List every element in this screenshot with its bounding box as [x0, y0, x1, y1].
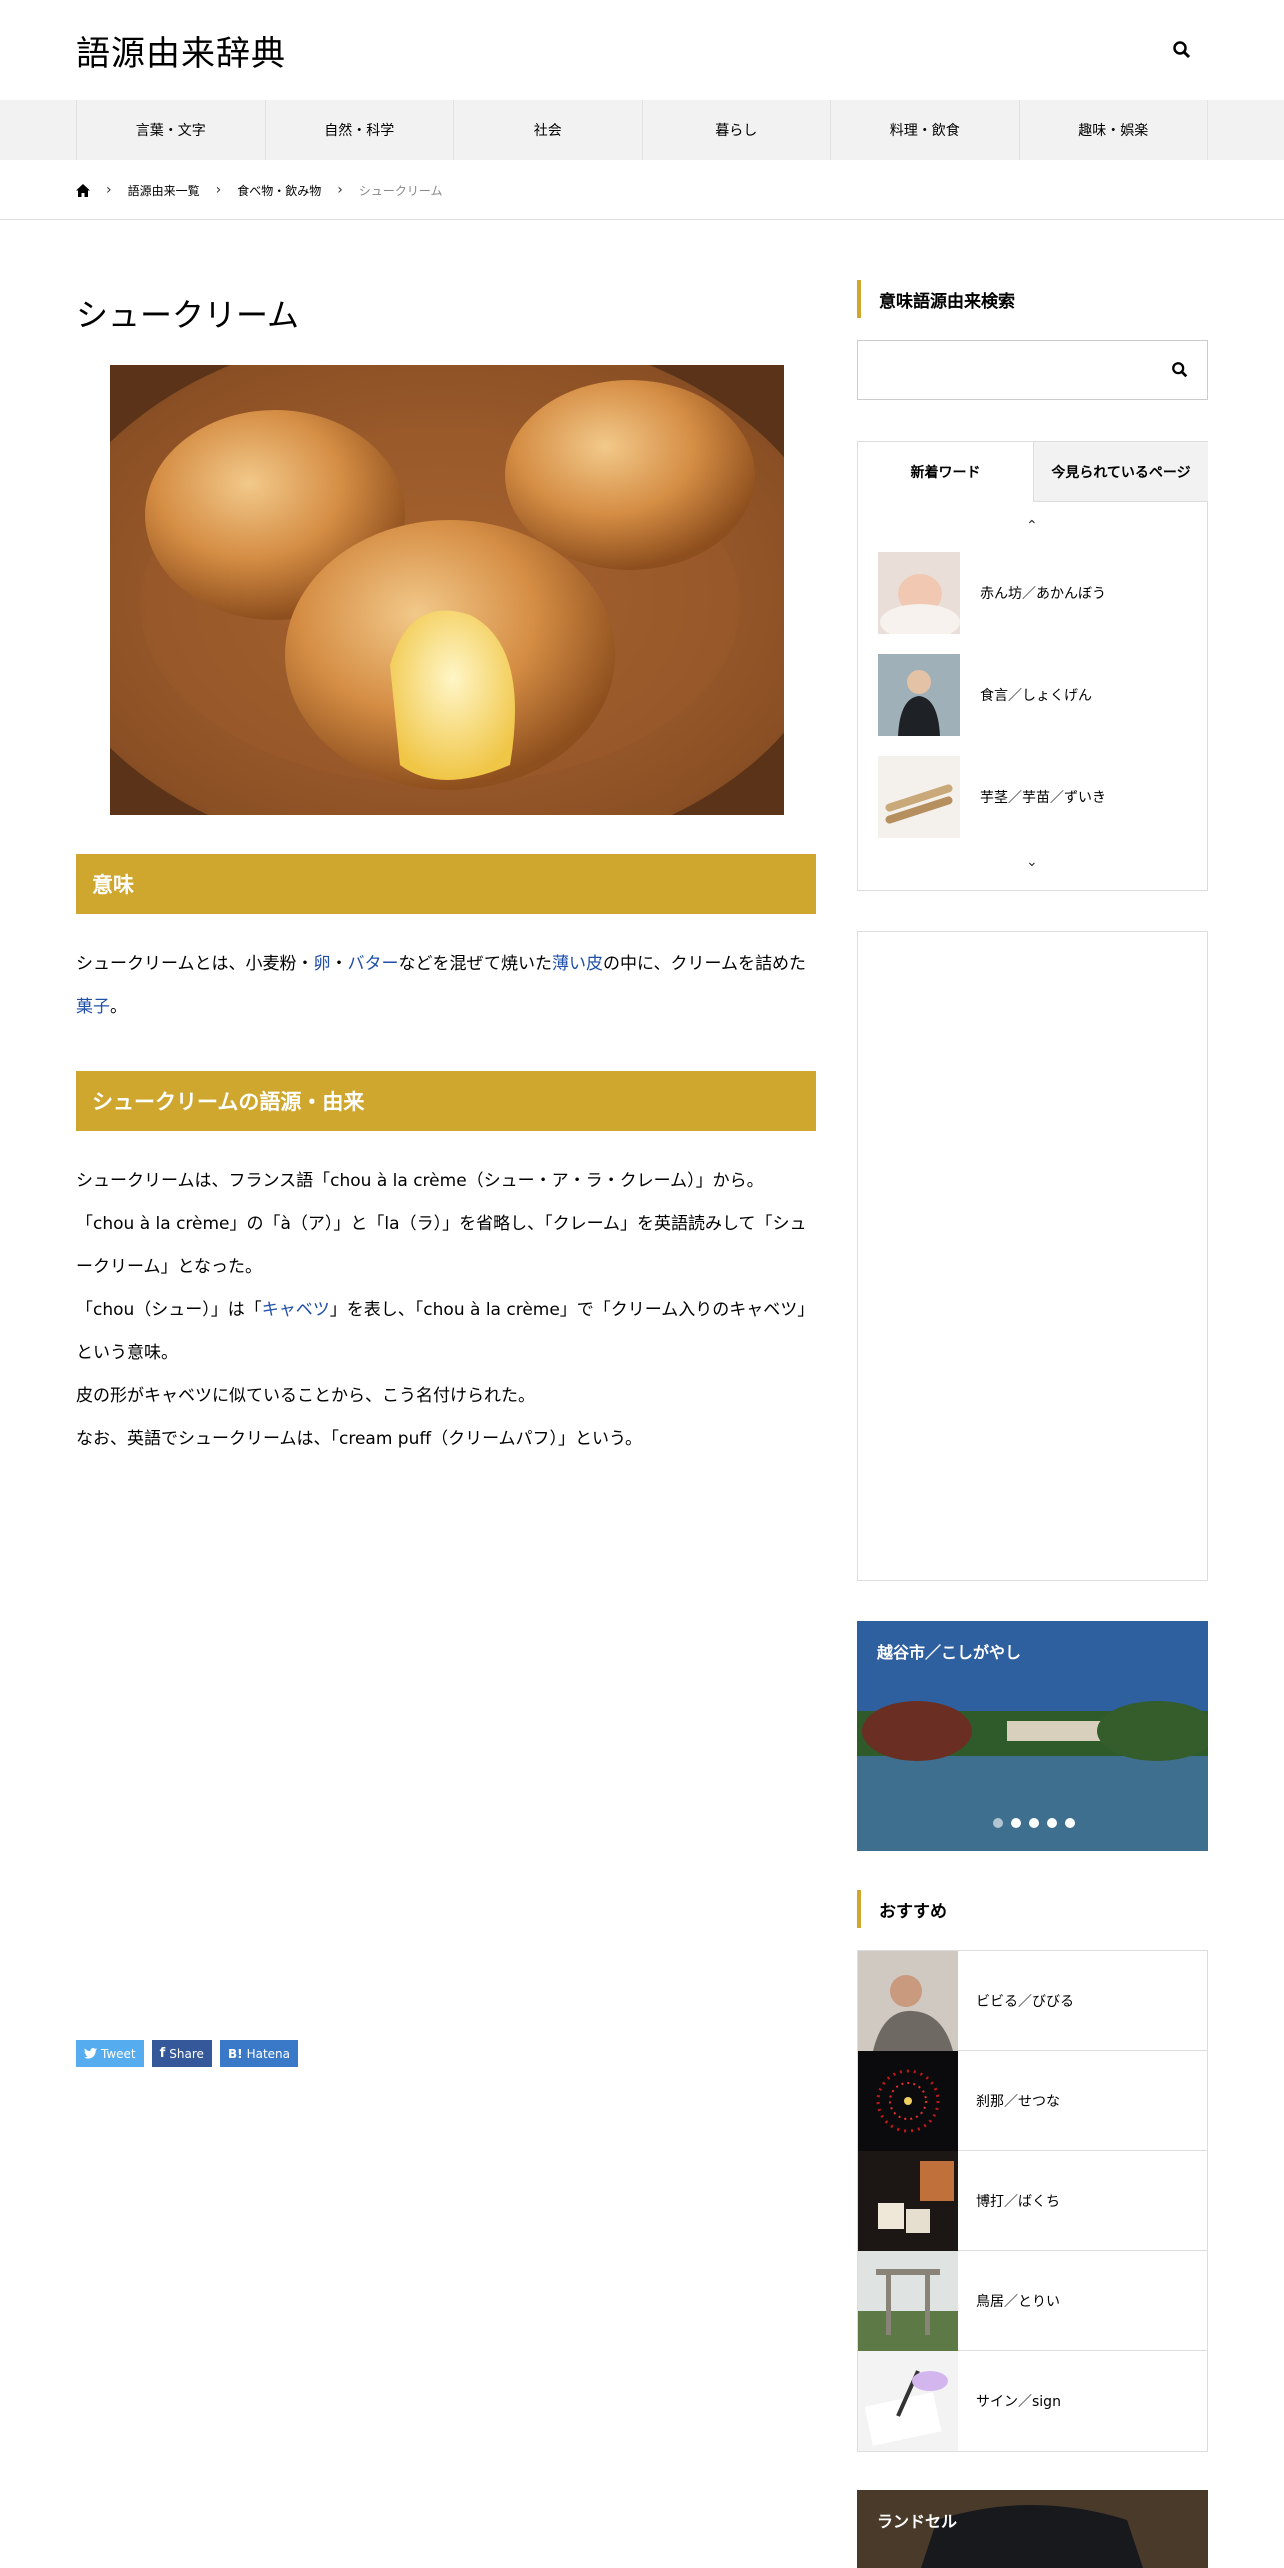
section-heading-meaning: 意味	[76, 854, 816, 914]
slider-pagination	[993, 1818, 1075, 1828]
chevron-right-icon: ›	[337, 182, 343, 198]
link-thin-skin[interactable]: 薄い皮	[552, 954, 603, 974]
site-header: 語源由来辞典	[0, 0, 1284, 100]
thumbnail-baby	[878, 552, 960, 634]
thumbnail-startled	[858, 1950, 958, 2051]
origin-line: 「chou（シュー）」は「キャベツ」を表し、「chou à la crème」で…	[76, 1289, 816, 1375]
sidebar-recommend-heading: おすすめ	[857, 1890, 1208, 1928]
slider-dot[interactable]	[993, 1818, 1003, 1828]
chevron-right-icon: ›	[215, 182, 222, 198]
meaning-paragraph: シュークリームとは、小麦粉・卵・バターなどを混ぜて焼いた薄い皮の中に、クリームを…	[76, 943, 816, 1029]
page-title: シュークリーム	[76, 296, 300, 334]
list-item[interactable]: 芋茎／芋苗／ずいき	[878, 756, 1188, 838]
facebook-icon: f	[159, 2046, 166, 2061]
share-buttons: Tweet f Share B! Hatena	[76, 2040, 298, 2067]
slider-dot[interactable]	[1065, 1818, 1075, 1828]
breadcrumb-current: シュークリーム	[358, 183, 443, 198]
search-icon[interactable]	[1171, 361, 1189, 379]
sidebar-search-heading: 意味語源由来検索	[857, 280, 1208, 318]
list-item-label: 鳥居／とりい	[976, 2293, 1060, 2310]
thumbnail-torii	[858, 2250, 958, 2351]
list-item-label: 芋茎／芋苗／ずいき	[980, 790, 1106, 806]
origin-line: シュークリームは、フランス語「chou à la crème（シュー・ア・ラ・ク…	[76, 1171, 764, 1191]
list-item[interactable]: 食言／しょくげん	[878, 654, 1188, 736]
meaning-text: の中に、クリームを詰めた	[603, 954, 806, 974]
nav-item-nature[interactable]: 自然・科学	[266, 100, 454, 160]
thumbnail-taro-stem	[878, 756, 960, 838]
thumbnail-signature	[858, 2351, 958, 2451]
list-item[interactable]: 鳥居／とりい	[858, 2250, 1207, 2351]
search-icon[interactable]	[1172, 40, 1192, 60]
nav-item-hobby[interactable]: 趣味・娯楽	[1020, 100, 1208, 160]
list-item[interactable]: 刹那／せつな	[858, 2050, 1207, 2151]
meaning-text: シュークリームとは、小麦粉・	[76, 954, 314, 974]
slider-dot[interactable]	[1011, 1818, 1021, 1828]
list-item[interactable]: サイン／sign	[858, 2351, 1207, 2451]
share-label: Share	[169, 2046, 204, 2061]
facebook-share-button[interactable]: f Share	[151, 2040, 212, 2067]
tweet-label: Tweet	[101, 2046, 136, 2061]
featured-slider[interactable]: 越谷市／こしがやし	[857, 1621, 1208, 1851]
link-butter[interactable]: バター	[348, 954, 399, 974]
list-item-label: 刹那／せつな	[976, 2093, 1060, 2110]
origin-line: なお、英語でシュークリームは、「cream puff（クリームパフ）」という。	[76, 1429, 643, 1449]
list-item[interactable]: 博打／ばくち	[858, 2150, 1207, 2251]
featured-card[interactable]: ランドセル	[857, 2490, 1208, 2568]
nav-item-life[interactable]: 暮らし	[643, 100, 831, 160]
hatena-label: Hatena	[246, 2046, 290, 2061]
global-nav: 言葉・文字 自然・科学 社会 暮らし 料理・飲食 趣味・娯楽	[0, 100, 1284, 160]
meaning-text: 。	[110, 997, 127, 1017]
list-item[interactable]: ビビる／びびる	[858, 1950, 1207, 2051]
origin-line: 皮の形がキャベツに似ていることから、こう名付けられた。	[76, 1386, 535, 1406]
meaning-text: ・	[330, 954, 348, 974]
origin-paragraph: シュークリームは、フランス語「chou à la crème（シュー・ア・ラ・ク…	[76, 1160, 816, 1461]
ad-space	[857, 931, 1208, 1581]
section-heading-origin: シュークリームの語源・由来	[76, 1071, 816, 1131]
tab-popular-pages[interactable]: 今見られているページ	[1033, 442, 1208, 502]
list-item-label: 赤ん坊／あかんぼう	[980, 586, 1106, 602]
origin-line: 「chou à la crème」の「à（ア）」と「la（ラ）」を省略し、「クレ…	[76, 1214, 807, 1277]
thumbnail-dice	[858, 2150, 958, 2251]
breadcrumb-item-index[interactable]: 語源由来一覧	[128, 182, 200, 199]
twitter-icon	[84, 2048, 97, 2059]
sidebar-search-input[interactable]	[857, 340, 1208, 400]
thumbnail-firework	[858, 2050, 958, 2151]
list-item-label: 食言／しょくげん	[980, 688, 1092, 704]
nav-item-food[interactable]: 料理・飲食	[831, 100, 1020, 160]
origin-text: 「chou（シュー）」は「	[76, 1300, 262, 1320]
hero-image	[110, 365, 784, 815]
recommend-list: ビビる／びびる 刹那／せつな 博打／ばくち 鳥居／とりい サイン／sign	[857, 1950, 1208, 2452]
featured-card-title: ランドセル	[877, 2512, 958, 2531]
thumbnail-speaker	[878, 654, 960, 736]
tab-new-words[interactable]: 新着ワード	[858, 442, 1033, 502]
nav-item-words[interactable]: 言葉・文字	[77, 100, 266, 160]
chevron-down-icon[interactable]: ⌄	[1026, 854, 1038, 870]
list-item-label: 博打／ばくち	[976, 2193, 1060, 2210]
nav-item-society[interactable]: 社会	[454, 100, 643, 160]
site-logo[interactable]: 語源由来辞典	[76, 26, 286, 75]
hatena-icon: B!	[227, 2046, 243, 2061]
slider-dot[interactable]	[1047, 1818, 1057, 1828]
hatena-button[interactable]: B! Hatena	[219, 2040, 298, 2067]
meaning-text: などを混ぜて焼いた	[398, 954, 553, 974]
breadcrumb-item-category[interactable]: 食べ物・飲み物	[237, 182, 321, 199]
slider-dot[interactable]	[1029, 1818, 1039, 1828]
list-item-label: サイン／sign	[976, 2394, 1061, 2410]
tweet-button[interactable]: Tweet	[76, 2040, 144, 2067]
slider-title: 越谷市／こしがやし	[877, 1643, 1022, 1662]
link-confection[interactable]: 菓子	[76, 997, 110, 1017]
link-cabbage[interactable]: キャベツ	[262, 1300, 330, 1320]
word-tabs: 新着ワード 今見られているページ ⌃ 赤ん坊／あかんぼう 食言／しょくげん 芋茎…	[857, 441, 1208, 891]
chevron-up-icon[interactable]: ⌃	[1026, 518, 1038, 534]
breadcrumb: › 語源由来一覧 › 食べ物・飲み物 › シュークリーム	[0, 160, 1284, 220]
list-item[interactable]: 赤ん坊／あかんぼう	[878, 552, 1188, 634]
chevron-right-icon: ›	[106, 182, 112, 198]
home-icon[interactable]	[76, 183, 90, 197]
link-egg[interactable]: 卵	[314, 954, 331, 974]
list-item-label: ビビる／びびる	[976, 1993, 1074, 2010]
